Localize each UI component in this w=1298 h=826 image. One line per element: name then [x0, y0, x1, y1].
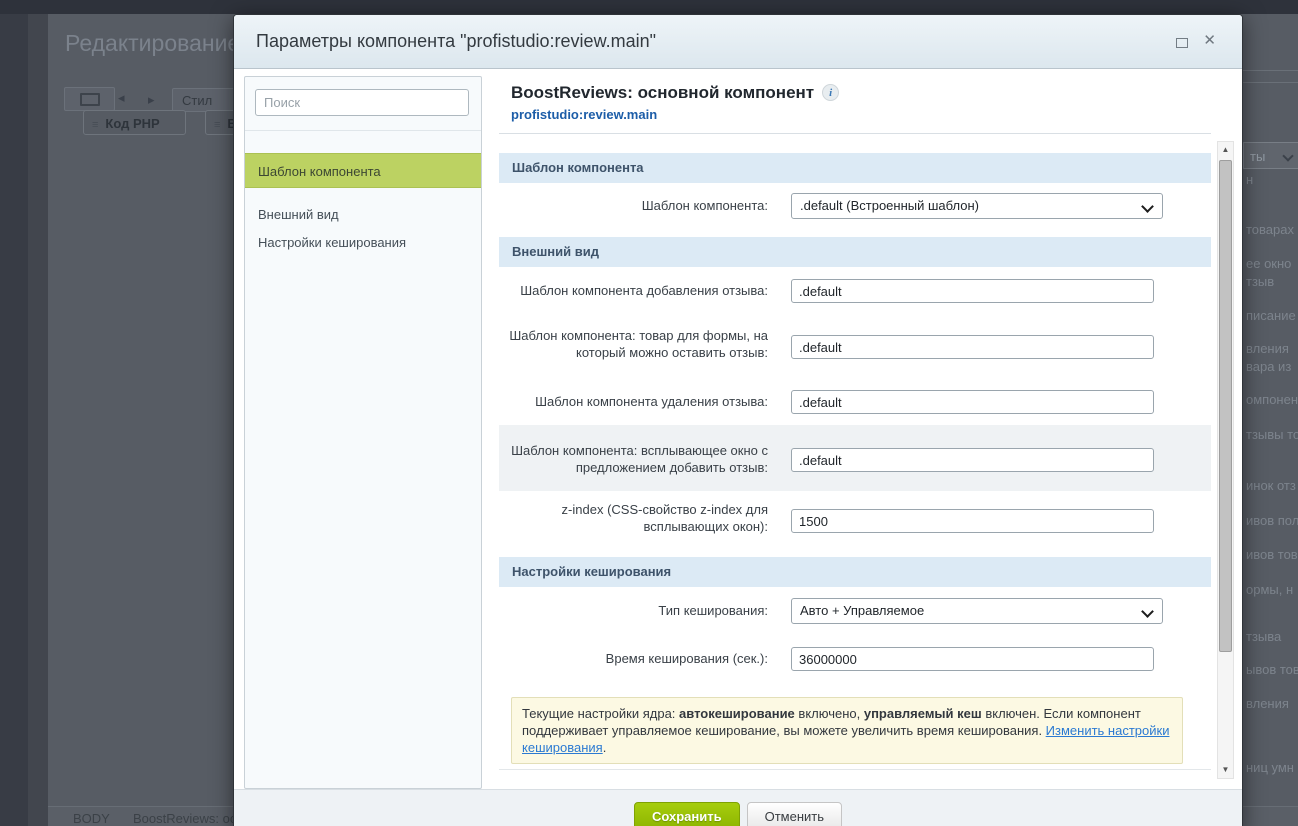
bg-partial-label: ниц умн — [1246, 760, 1294, 775]
content-scrollbar[interactable]: ▲ ▼ — [1217, 141, 1234, 779]
cancel-button[interactable]: Отменить — [747, 802, 842, 826]
sidebar-divider — [245, 130, 481, 131]
component-template-select[interactable]: .default (Встроенный шаблон) — [791, 193, 1163, 219]
maximize-icon[interactable] — [1176, 38, 1188, 48]
bg-partial-label: вара из — [1246, 359, 1291, 374]
save-button[interactable]: Сохранить — [634, 802, 740, 826]
sidebar-tab-template[interactable]: Шаблон компонента — [245, 153, 481, 188]
bg-partial-label: тзыв — [1246, 274, 1274, 289]
undo-icon[interactable]: ◂ — [118, 90, 125, 106]
statusbar-tag[interactable]: BODY — [73, 811, 110, 826]
param-label: Шаблон компонента добавления отзыва: — [499, 279, 768, 303]
add-review-template-input[interactable] — [791, 279, 1154, 303]
monitor-icon — [80, 93, 100, 106]
search-input[interactable] — [255, 89, 469, 116]
param-label: Время кеширования (сек.): — [499, 647, 768, 671]
grip-icon: ≡ — [214, 119, 220, 131]
sidebar-tab-caching[interactable]: Настройки кеширования — [245, 228, 481, 258]
bg-partial-label: н — [1246, 172, 1253, 187]
redo-icon[interactable]: ▸ — [148, 92, 155, 108]
bg-partial-label: инок отз — [1246, 478, 1296, 493]
delete-review-template-input[interactable] — [791, 390, 1154, 414]
bg-partial-label: тзыва — [1246, 629, 1281, 644]
param-label: Шаблон компонента: товар для формы, на к… — [499, 327, 768, 361]
popup-template-input[interactable] — [791, 448, 1154, 472]
bg-partial-label: вления — [1246, 696, 1289, 711]
php-code-button[interactable]: ≡Код PHP — [83, 110, 186, 135]
editor-view-toggle[interactable] — [64, 87, 115, 111]
dialog-titlebar[interactable]: Параметры компонента "profistudio:review… — [234, 15, 1242, 69]
bg-partial-label: ывов тов — [1246, 662, 1298, 677]
bg-partial-label: ивов пол — [1246, 513, 1298, 528]
bg-partial-label: вления — [1246, 341, 1289, 356]
scroll-down-icon[interactable]: ▼ — [1218, 762, 1233, 778]
component-code: profistudio:review.main — [511, 107, 657, 122]
param-label: Тип кеширования: — [499, 598, 768, 624]
section-header-caching: Настройки кеширования — [499, 557, 1211, 587]
param-label: z-index (CSS-свойство z-index для всплыв… — [499, 501, 768, 535]
param-label: Шаблон компонента: всплывающее окно с пр… — [499, 442, 768, 476]
header-divider — [499, 133, 1211, 134]
bg-partial-label: тзывы то — [1246, 427, 1298, 442]
param-label: Шаблон компонента: — [499, 193, 768, 219]
product-form-template-input[interactable] — [791, 335, 1154, 359]
bg-partial-label: ормы, н — [1246, 582, 1293, 597]
bg-partial-label: омпонент — [1246, 392, 1298, 407]
params-sidebar: Шаблон компонента Внешний вид Настройки … — [244, 76, 482, 789]
background-editor-title: Редактирование с — [65, 30, 258, 57]
chevron-down-icon — [1141, 605, 1154, 618]
cache-settings-note: Текущие настройки ядра: автокеширование … — [511, 697, 1183, 764]
bg-partial-label: ее окно — [1246, 256, 1291, 271]
dialog-footer: Сохранить Отменить — [234, 789, 1242, 826]
page-top-strip — [0, 0, 1298, 14]
section-header-template: Шаблон компонента — [499, 153, 1211, 183]
grip-icon: ≡ — [92, 119, 98, 131]
bg-partial-label: товарах — [1246, 222, 1294, 237]
info-icon[interactable]: i — [822, 84, 839, 101]
background-divider — [1243, 70, 1298, 71]
close-icon[interactable]: ✕ — [1203, 31, 1216, 49]
z-index-input[interactable] — [791, 509, 1154, 533]
cache-time-input[interactable] — [791, 647, 1154, 671]
component-title: BoostReviews: основной компонентi — [511, 83, 839, 103]
dialog-title: Параметры компонента "profistudio:review… — [256, 31, 656, 52]
bg-partial-label: ивов тов — [1246, 547, 1298, 562]
section-header-appearance: Внешний вид — [499, 237, 1211, 267]
param-label: Шаблон компонента удаления отзыва: — [499, 390, 768, 414]
cache-type-select[interactable]: Авто + Управляемое — [791, 598, 1163, 624]
admin-left-strip — [0, 14, 28, 826]
content-bottom-divider — [499, 769, 1211, 770]
scroll-up-icon[interactable]: ▲ — [1218, 142, 1233, 158]
scrollbar-thumb[interactable] — [1219, 160, 1232, 652]
background-divider — [1243, 82, 1298, 83]
params-main-pane: BoostReviews: основной компонентi profis… — [499, 69, 1211, 791]
chevron-down-icon — [1141, 200, 1154, 213]
bg-partial-label: писание — [1246, 308, 1296, 323]
sidebar-tab-appearance[interactable]: Внешний вид — [245, 200, 481, 230]
component-parameters-dialog: Параметры компонента "profistudio:review… — [233, 14, 1243, 826]
